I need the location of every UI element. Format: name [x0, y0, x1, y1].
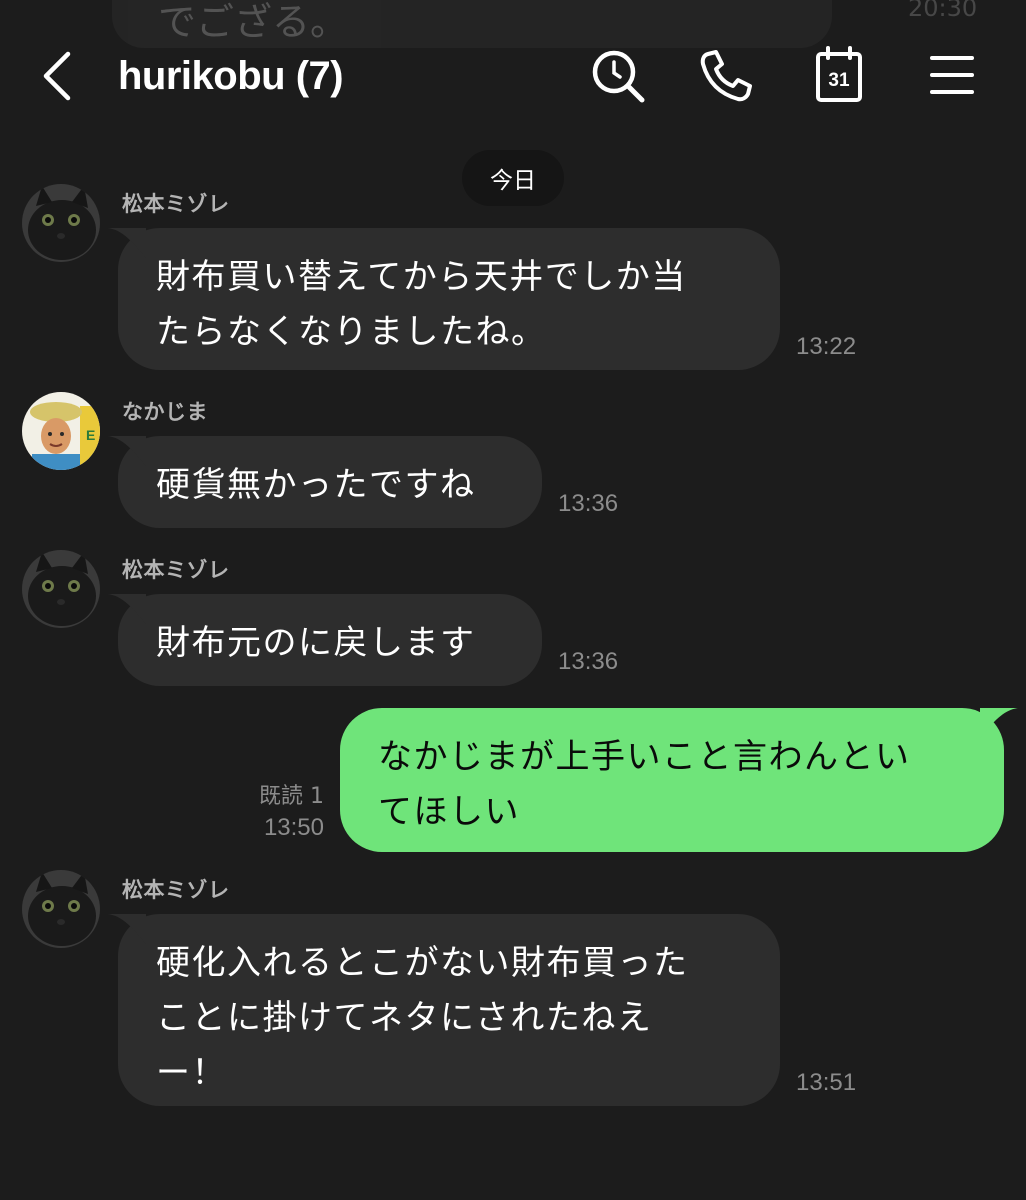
read-label: 既読 1: [259, 784, 324, 809]
sender-name: 松本ミゾレ: [122, 192, 230, 216]
sender-avatar[interactable]: [22, 870, 100, 948]
bubble-tail: [108, 436, 146, 466]
bubble-tail: [108, 914, 146, 944]
hamburger-menu-icon: [930, 56, 974, 94]
message-time: 13:50: [263, 814, 324, 841]
message-text: 硬貨無かったですね: [156, 465, 476, 505]
sender-name: 松本ミゾレ: [122, 878, 230, 902]
black-cat-avatar-icon: [22, 550, 100, 628]
sender-name: なかじま: [122, 400, 208, 424]
black-cat-avatar-icon: [22, 184, 100, 262]
search-button[interactable]: [586, 44, 650, 108]
read-receipt: 既読 1 13:50: [259, 782, 324, 844]
message-text: 財布買い替えてから天井でしか当 たらなくなりましたね。: [156, 257, 687, 352]
message-time: 13:22: [796, 333, 857, 360]
calendar-button[interactable]: 31: [806, 44, 870, 108]
back-button[interactable]: [30, 48, 86, 104]
message-time: 13:36: [558, 490, 619, 517]
bubble-tail: [108, 594, 146, 624]
menu-button[interactable]: [920, 44, 984, 108]
sender-avatar[interactable]: E: [22, 392, 100, 470]
phone-icon: [700, 50, 752, 102]
bubble-tail: [108, 228, 146, 258]
message-text: なかじまが上手いこと言わんとい てほしい: [378, 737, 911, 832]
message-text: 財布元のに戻します: [156, 623, 476, 663]
outgoing-message-bubble[interactable]: なかじまが上手いこと言わんとい てほしい: [340, 708, 1018, 852]
sender-avatar[interactable]: [22, 550, 100, 628]
svg-text:E: E: [86, 427, 95, 443]
calendar-number: 31: [828, 70, 850, 91]
message-bubble[interactable]: 硬貨無かったですね: [108, 436, 542, 528]
message-text: 硬化入れるとこがない財布買った ことに掛けてネタにされたねえ ー！: [156, 943, 689, 1093]
message-bubble[interactable]: 財布元のに戻します: [108, 594, 542, 686]
message-bubble[interactable]: 硬化入れるとこがない財布買った ことに掛けてネタにされたねえ ー！: [108, 914, 780, 1106]
message-bubble[interactable]: 財布買い替えてから天井でしか当 たらなくなりましたね。: [108, 228, 780, 370]
bubble-tail: [980, 708, 1018, 738]
sender-name: 松本ミゾレ: [122, 558, 230, 582]
search-icon: [592, 50, 645, 103]
black-cat-avatar-icon: [22, 870, 100, 948]
message-time: 13:51: [796, 1069, 857, 1096]
chat-title: hurikobu (7): [118, 54, 344, 98]
message-time: 13:36: [558, 648, 619, 675]
date-divider: 今日: [462, 150, 564, 206]
calendar-icon: 31: [816, 46, 862, 102]
chevron-left-icon: [43, 51, 71, 101]
sender-avatar[interactable]: [22, 184, 100, 262]
chat-header: hurikobu (7) 31: [0, 0, 1026, 150]
illustrated-man-avatar-icon: E: [22, 392, 100, 470]
call-button[interactable]: [694, 44, 758, 108]
